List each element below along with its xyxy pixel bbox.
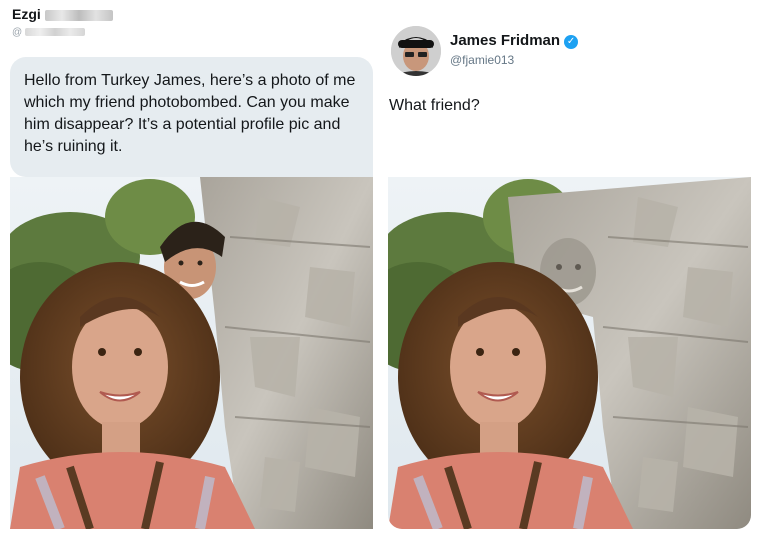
avatar[interactable] bbox=[391, 26, 441, 76]
edited-photo-image bbox=[388, 177, 751, 529]
request-message-bubble: Hello from Turkey James, here’s a photo … bbox=[10, 57, 373, 177]
request-message-text: Hello from Turkey James, here’s a photo … bbox=[24, 72, 356, 155]
reply-message-text: What friend? bbox=[389, 97, 480, 114]
avatar-image bbox=[391, 26, 441, 76]
sender-handle[interactable]: @ bbox=[12, 27, 85, 38]
sender-name[interactable]: Ezgi bbox=[12, 6, 113, 22]
replier-name-text: James Fridman bbox=[450, 32, 561, 49]
sender-handle-prefix: @ bbox=[12, 27, 23, 38]
verified-badge-icon: ✓ bbox=[564, 35, 579, 49]
redacted-surname bbox=[44, 9, 113, 21]
replier-handle[interactable]: @fjamie013 bbox=[450, 53, 514, 67]
sender-name-text: Ezgi bbox=[12, 6, 41, 22]
redacted-handle bbox=[24, 28, 85, 37]
edited-photo[interactable] bbox=[388, 177, 751, 529]
original-photo[interactable] bbox=[10, 177, 373, 529]
original-photo-image bbox=[10, 177, 373, 529]
replier-name[interactable]: James Fridman ✓ bbox=[450, 32, 579, 49]
